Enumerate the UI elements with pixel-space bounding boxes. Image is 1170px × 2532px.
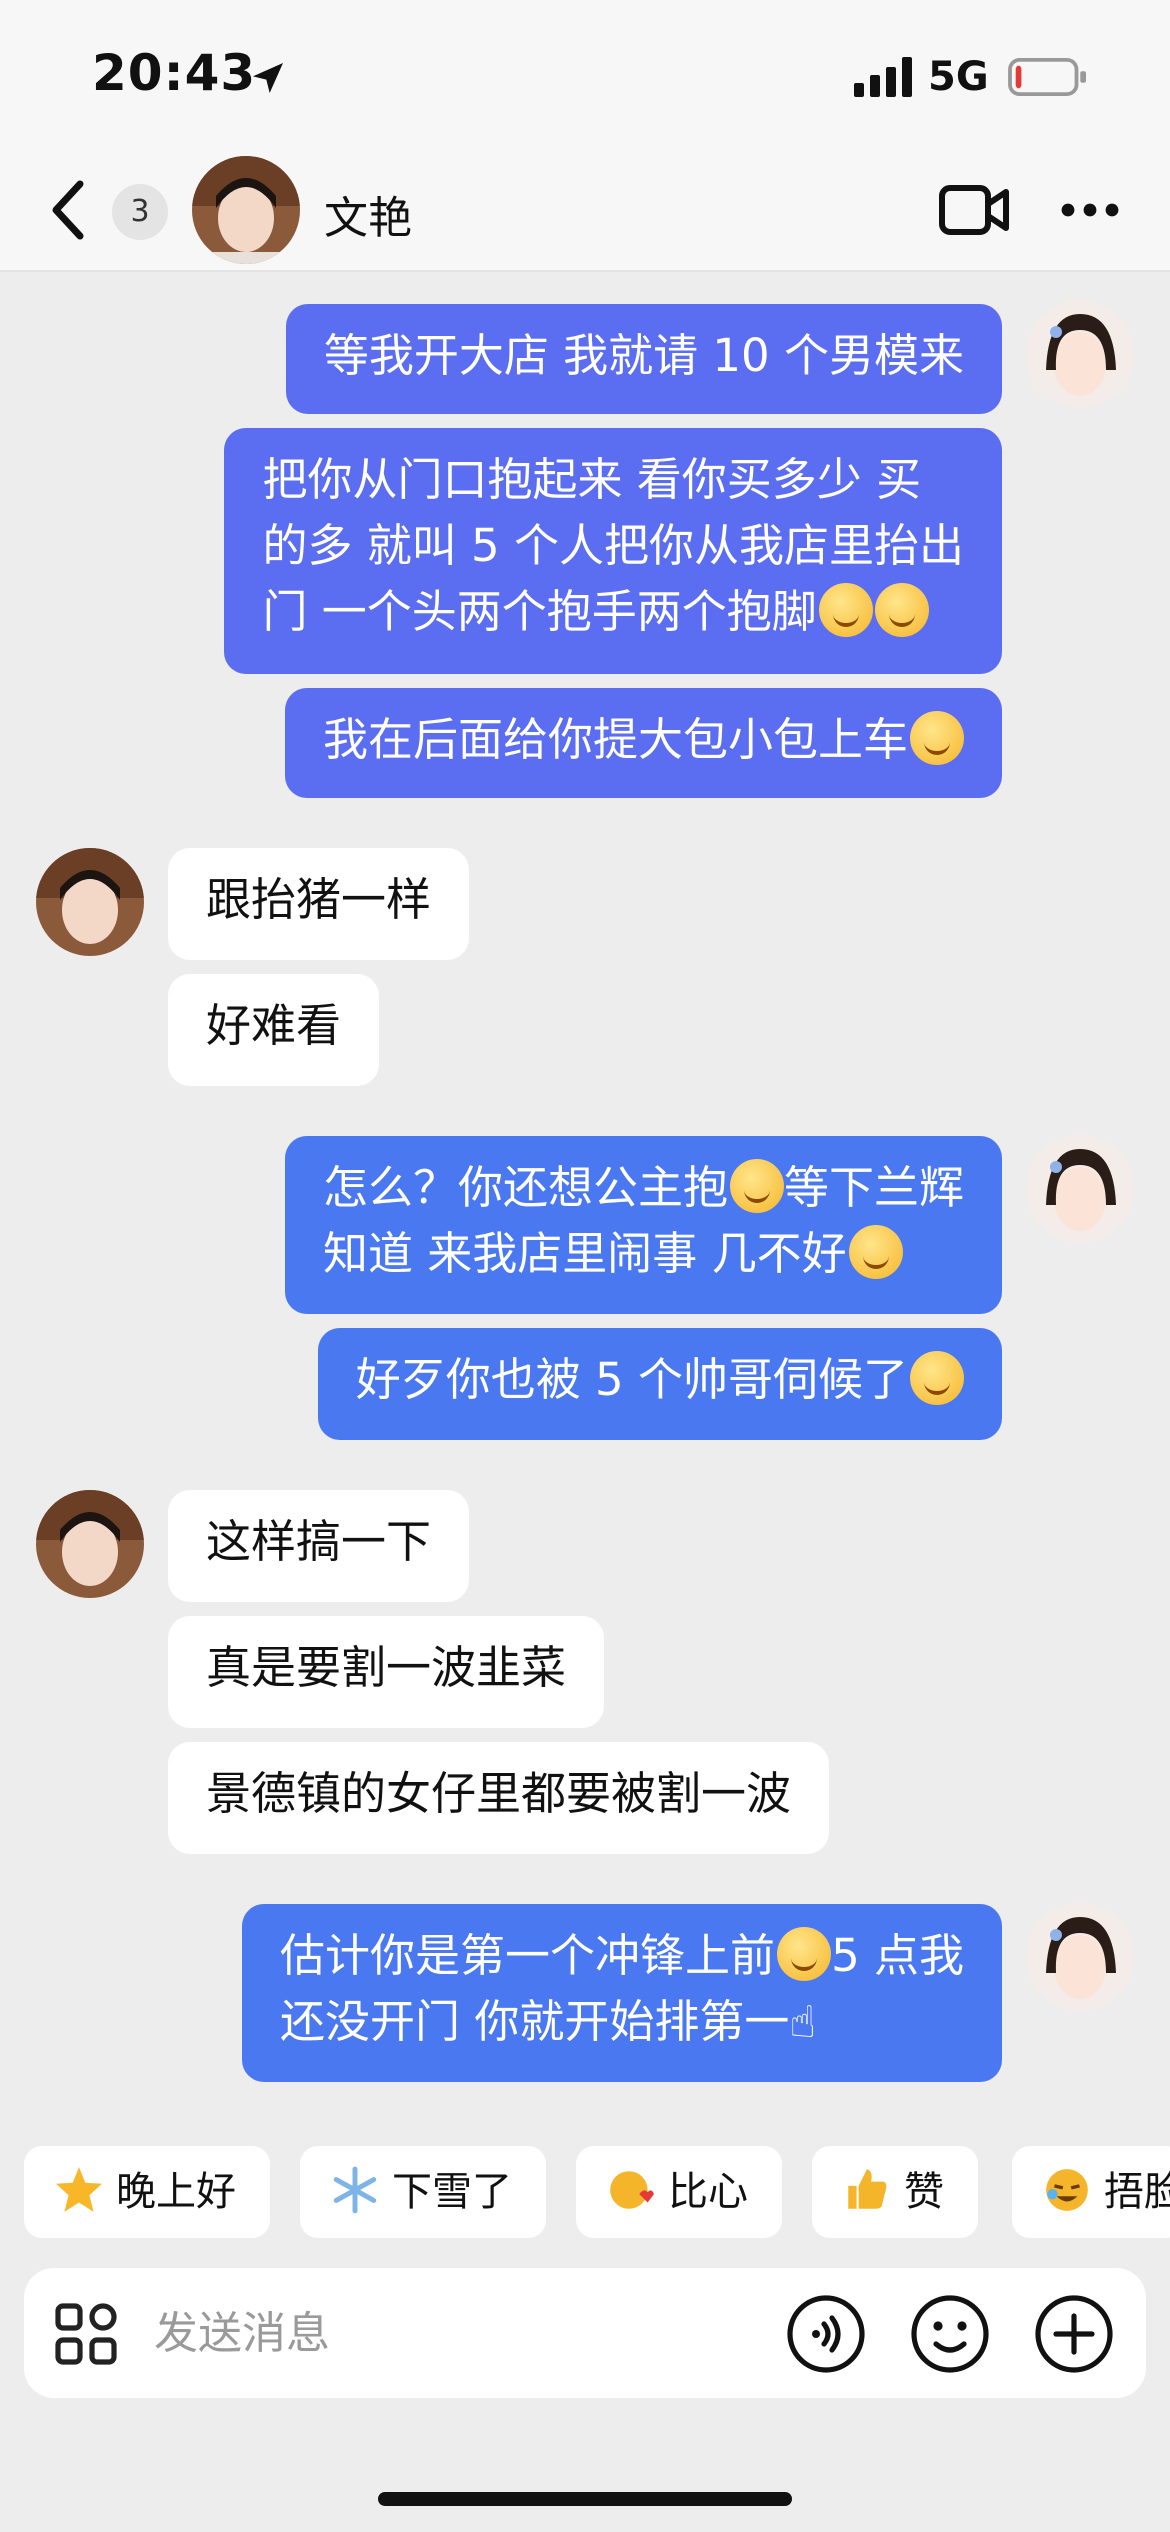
my-avatar[interactable]: [1026, 1135, 1134, 1243]
thumbs-up-icon: [848, 2169, 887, 2209]
sent-message[interactable]: 等我开大店 我就请 10 个男模来: [285, 304, 1002, 414]
message-text: 还没开门 你就开始排第一: [280, 1995, 790, 2048]
sent-message[interactable]: 怎么？你还想公主抱 等下兰辉 知道 来我店里闹事 几不好: [284, 1136, 1002, 1314]
battery-icon: [1008, 58, 1086, 96]
received-message[interactable]: 跟抬猪一样: [168, 848, 470, 960]
pleading-emoji-icon: [910, 711, 964, 765]
message-text: 真是要割一波韭菜: [206, 1641, 567, 1694]
message-text: 等我开大店 我就请 10 个男模来: [323, 329, 964, 382]
signal-icon: [854, 57, 912, 97]
smirk-emoji-icon: [848, 1225, 903, 1279]
sent-message[interactable]: 我在后面给你提大包小包上车: [284, 688, 1002, 798]
status-time: 20:43: [92, 44, 257, 102]
unread-count-badge: 3: [112, 184, 168, 240]
contact-avatar[interactable]: [192, 156, 300, 264]
message-input[interactable]: [154, 2298, 754, 2368]
quick-reply-like[interactable]: 赞: [812, 2146, 978, 2238]
pleading-emoji-icon: [910, 1351, 964, 1405]
pointing-up-emoji-icon: ☝: [789, 1997, 817, 2048]
message-text: 把你从门口抱起来 看你买多少 买: [262, 453, 922, 506]
message-text: 怎么？你还想公主抱: [322, 1161, 728, 1214]
received-message[interactable]: 真是要割一波韭菜: [168, 1616, 605, 1728]
star-face-icon: [56, 2167, 102, 2212]
laugh-cry-emoji-icon: [729, 1159, 784, 1213]
emoji-icon[interactable]: [910, 2294, 990, 2374]
sent-message[interactable]: 把你从门口抱起来 看你买多少 买 的多 就叫 5 个人把你从我店里抬出 门 一个…: [224, 428, 1002, 674]
smirk-emoji-icon: [818, 583, 873, 637]
chevron-left-icon[interactable]: [48, 178, 88, 242]
plus-icon[interactable]: [1034, 2294, 1114, 2374]
heart-hand-icon: [610, 2171, 654, 2209]
message-text: 我在后面给你提大包小包上车: [322, 713, 908, 766]
received-message[interactable]: 好难看: [168, 974, 380, 1086]
network-type: 5G: [928, 54, 989, 100]
message-text: 的多 就叫 5 个人把你从我店里抬出: [262, 519, 964, 572]
smirk-emoji-icon: [874, 583, 929, 637]
message-text: 景德镇的女仔里都要被割一波: [206, 1767, 792, 1820]
facepalm-icon: [1046, 2169, 1088, 2211]
snowflake-icon: [333, 2166, 377, 2214]
quick-reply-good-evening[interactable]: 晚上好: [24, 2146, 270, 2238]
message-text: 等下兰辉: [783, 1161, 964, 1214]
message-text: 估计你是第一个冲锋上前: [280, 1929, 776, 1982]
message-text: 好难看: [206, 999, 342, 1052]
message-input-bar: [24, 2268, 1146, 2398]
message-text: 5 点我: [831, 1929, 964, 1982]
contact-avatar[interactable]: [36, 1490, 144, 1598]
quick-reply-snowing[interactable]: 下雪了: [300, 2146, 546, 2238]
location-arrow-icon: [253, 63, 283, 93]
message-text: 这样搞一下: [206, 1515, 432, 1568]
status-bar: 20:43 5G: [0, 0, 1170, 150]
smirk-emoji-icon: [777, 1927, 832, 1981]
quick-reply-facepalm[interactable]: 捂脸: [1012, 2146, 1170, 2238]
video-camera-icon[interactable]: [938, 182, 1010, 238]
contact-name[interactable]: 文艳: [324, 182, 412, 246]
message-text: 跟抬猪一样: [206, 873, 432, 926]
quick-reply-heart[interactable]: 比心: [576, 2146, 782, 2238]
received-message[interactable]: 这样搞一下: [168, 1490, 470, 1602]
contact-avatar[interactable]: [36, 848, 144, 956]
message-text: 好歹你也被 5 个帅哥伺候了: [355, 1353, 908, 1406]
voice-input-icon[interactable]: [786, 2294, 866, 2374]
message-text: 知道 来我店里闹事 几不好: [322, 1227, 847, 1280]
my-avatar[interactable]: [1026, 1903, 1134, 2011]
sent-message[interactable]: 好歹你也被 5 个帅哥伺候了: [317, 1328, 1002, 1440]
home-indicator: [378, 2492, 792, 2506]
more-dots-icon[interactable]: [1060, 200, 1120, 220]
sent-message[interactable]: 估计你是第一个冲锋上前 5 点我 还没开门 你就开始排第一☝: [242, 1904, 1002, 2082]
chat-header: 3 文艳: [0, 150, 1170, 272]
apps-grid-icon[interactable]: [54, 2302, 118, 2366]
message-text: 门 一个头两个抱手两个抱脚: [262, 585, 817, 638]
received-message[interactable]: 景德镇的女仔里都要被割一波: [168, 1742, 830, 1854]
my-avatar[interactable]: [1026, 300, 1134, 408]
